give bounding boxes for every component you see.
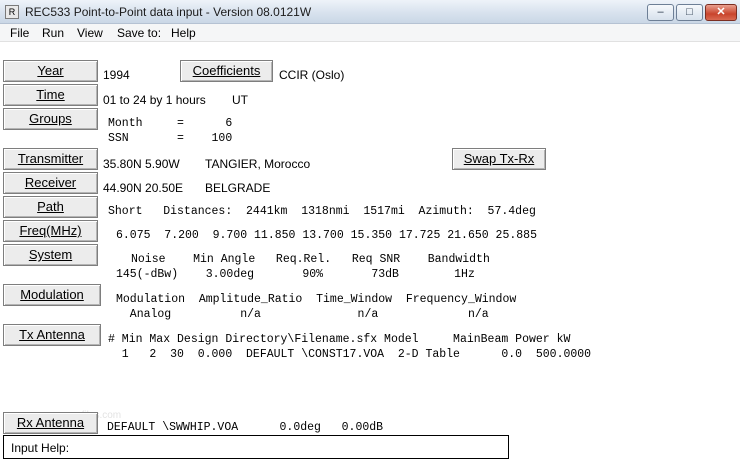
time-range: 01 to 24 by 1 hours	[103, 93, 206, 107]
year-button[interactable]: Year	[3, 60, 98, 82]
minimize-button[interactable]: –	[647, 4, 674, 21]
ssn-value: SSN = 100	[108, 132, 233, 145]
input-help-label: Input Help:	[11, 441, 70, 455]
path-button[interactable]: Path	[3, 196, 98, 218]
transmitter-coords: 35.80N 5.90W	[103, 157, 180, 171]
path-details: Short Distances: 2441km 1318nmi 1517mi A…	[108, 205, 536, 218]
close-button[interactable]: ✕	[705, 4, 737, 21]
time-zone: UT	[232, 93, 248, 107]
maximize-button[interactable]: □	[676, 4, 703, 21]
year-value: 1994	[103, 68, 130, 82]
system-values: 145(-dBw) 3.00deg 90% 73dB 1Hz	[116, 268, 475, 281]
tx-antenna-row: 1 2 30 0.000 DEFAULT \CONST17.VOA 2-D Ta…	[108, 348, 592, 361]
modulation-button[interactable]: Modulation	[3, 284, 101, 306]
menu-view[interactable]: View	[77, 26, 103, 40]
receiver-name: BELGRADE	[205, 181, 271, 195]
menu-bar: File Run View Save to: Help	[0, 24, 740, 42]
frequency-list: 6.075 7.200 9.700 11.850 13.700 15.350 1…	[116, 229, 537, 242]
freq-button[interactable]: Freq(MHz)	[3, 220, 98, 242]
system-header: Noise Min Angle Req.Rel. Req SNR Bandwid…	[131, 253, 490, 266]
swap-tx-rx-button[interactable]: Swap Tx-Rx	[452, 148, 546, 170]
month-value: Month = 6	[108, 117, 233, 130]
system-button[interactable]: System	[3, 244, 98, 266]
transmitter-name: TANGIER, Morocco	[205, 157, 311, 171]
modulation-values: Analog n/a n/a n/a	[116, 308, 489, 321]
receiver-coords: 44.90N 20.50E	[103, 181, 184, 195]
coefficients-button[interactable]: Coefficients	[180, 60, 273, 82]
menu-file[interactable]: File	[10, 26, 29, 40]
tx-antenna-button[interactable]: Tx Antenna	[3, 324, 101, 346]
window-title: REC533 Point-to-Point data input - Versi…	[25, 5, 312, 19]
menu-save-to[interactable]: Save to:	[117, 26, 161, 40]
input-help-box: Input Help:	[3, 435, 509, 459]
groups-button[interactable]: Groups	[3, 108, 98, 130]
modulation-header: Modulation Amplitude_Ratio Time_Window F…	[116, 293, 517, 306]
receiver-button[interactable]: Receiver	[3, 172, 98, 194]
title-bar: R REC533 Point-to-Point data input - Ver…	[0, 0, 740, 24]
transmitter-button[interactable]: Transmitter	[3, 148, 98, 170]
time-button[interactable]: Time	[3, 84, 98, 106]
rx-antenna-details: DEFAULT \SWWHIP.VOA 0.0deg 0.00dB	[107, 421, 384, 434]
rx-antenna-button[interactable]: Rx Antenna	[3, 412, 98, 434]
tx-antenna-header: # Min Max Design Directory\Filename.sfx …	[108, 333, 571, 346]
menu-run[interactable]: Run	[42, 26, 64, 40]
menu-help[interactable]: Help	[171, 26, 196, 40]
app-icon[interactable]: R	[5, 5, 19, 19]
coefficients-model: CCIR (Oslo)	[279, 68, 345, 82]
